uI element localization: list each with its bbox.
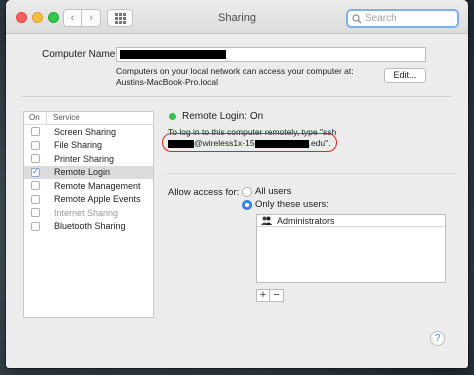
service-row[interactable]: Screen Sharing xyxy=(24,125,153,139)
service-label: File Sharing xyxy=(54,140,103,151)
service-checkbox-cell xyxy=(24,194,47,204)
service-label: Bluetooth Sharing xyxy=(54,221,126,232)
service-checkbox-cell xyxy=(24,154,47,164)
search-field[interactable] xyxy=(346,9,459,28)
computer-name-label: Computer Name: xyxy=(42,49,119,60)
edit-hostname-button[interactable]: Edit... xyxy=(384,68,426,83)
computer-name-description: Computers on your local network can acce… xyxy=(116,66,376,88)
radio-only-these-users[interactable]: Only these users: xyxy=(242,199,329,210)
radio-only-users-label: Only these users: xyxy=(255,199,329,210)
title-bar: ‹ › Sharing xyxy=(6,0,468,34)
service-label: Printer Sharing xyxy=(54,153,115,164)
service-checkbox-cell xyxy=(24,127,47,137)
allowed-users-list: Administrators xyxy=(256,214,446,283)
user-rows: Administrators xyxy=(257,215,445,227)
service-label: Screen Sharing xyxy=(54,126,117,137)
radio-button[interactable] xyxy=(242,186,252,197)
service-checkbox[interactable] xyxy=(31,140,40,150)
service-checkbox[interactable] xyxy=(31,194,40,204)
service-list: On Service Screen Sharing File Sharing Pri… xyxy=(23,111,154,318)
service-checkbox-cell: ✓ xyxy=(24,167,47,177)
user-group-icon xyxy=(261,216,272,225)
help-button[interactable]: ? xyxy=(430,331,445,346)
service-label: Remote Apple Events xyxy=(54,194,141,205)
service-label: Remote Login xyxy=(54,167,111,178)
service-row[interactable]: ✓ Remote Login xyxy=(24,165,153,179)
service-label: Remote Management xyxy=(54,180,141,191)
radio-all-users-label: All users xyxy=(255,186,292,197)
section-divider xyxy=(22,96,452,97)
service-checkbox-cell xyxy=(24,221,47,231)
service-checkbox[interactable] xyxy=(31,221,40,231)
service-label: Internet Sharing xyxy=(54,207,119,218)
help-icon: ? xyxy=(434,333,441,344)
service-rows: Screen Sharing File Sharing Printer Sharin… xyxy=(24,125,153,233)
user-list-controls: + − xyxy=(256,289,284,302)
remove-user-button[interactable]: − xyxy=(270,289,284,302)
local-hostname: Austins-MacBook-Pro.local xyxy=(116,77,219,87)
radio-button[interactable] xyxy=(242,199,252,210)
service-checkbox[interactable] xyxy=(31,208,40,218)
status-indicator-icon xyxy=(169,113,176,120)
computer-name-field[interactable] xyxy=(116,47,426,62)
column-header-on[interactable]: On xyxy=(24,112,47,124)
service-checkbox-cell xyxy=(24,181,47,191)
service-checkbox-cell xyxy=(24,208,47,218)
service-checkbox[interactable] xyxy=(31,127,40,137)
sharing-window: ‹ › Sharing Computer Name: Computers on … xyxy=(6,0,468,368)
redacted-computer-name xyxy=(120,50,226,59)
service-row[interactable]: Bluetooth Sharing xyxy=(24,220,153,234)
service-checkbox[interactable]: ✓ xyxy=(31,167,40,177)
search-input[interactable] xyxy=(365,13,455,24)
user-row[interactable]: Administrators xyxy=(257,215,445,227)
add-user-button[interactable]: + xyxy=(256,289,270,302)
column-header-service[interactable]: Service xyxy=(47,112,80,124)
service-checkbox-cell xyxy=(24,140,47,150)
user-label: Administrators xyxy=(277,215,335,226)
search-icon xyxy=(352,13,362,23)
service-checkbox[interactable] xyxy=(31,181,40,191)
service-row[interactable]: Printer Sharing xyxy=(24,152,153,166)
computer-name-desc-line1: Computers on your local network can acce… xyxy=(116,66,354,76)
service-row[interactable]: File Sharing xyxy=(24,139,153,153)
service-checkbox[interactable] xyxy=(31,154,40,164)
access-divider xyxy=(166,173,456,174)
service-row[interactable]: Remote Management xyxy=(24,179,153,193)
service-row[interactable]: Internet Sharing xyxy=(24,206,153,220)
highlight-annotation xyxy=(162,133,337,152)
remote-login-status: Remote Login: On xyxy=(182,111,264,122)
service-list-header: On Service xyxy=(24,112,153,125)
radio-all-users[interactable]: All users xyxy=(242,186,291,197)
allow-access-label: Allow access for: xyxy=(168,187,240,198)
service-row[interactable]: Remote Apple Events xyxy=(24,193,153,207)
